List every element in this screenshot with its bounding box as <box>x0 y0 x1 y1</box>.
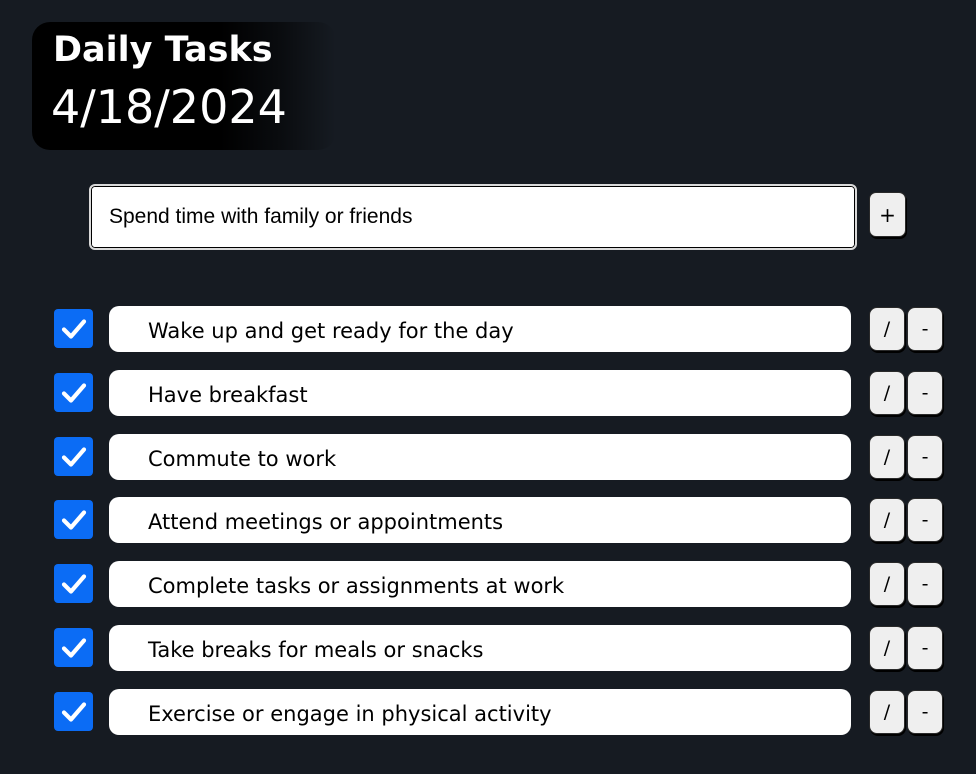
new-task-input[interactable] <box>89 184 857 250</box>
task-label: Attend meetings or appointments <box>109 497 851 543</box>
task-checkbox[interactable] <box>54 692 93 731</box>
task-label: Commute to work <box>109 434 851 480</box>
edit-task-button[interactable]: / <box>869 371 905 415</box>
remove-task-button[interactable]: - <box>907 371 943 415</box>
task-checkbox[interactable] <box>54 564 93 603</box>
edit-task-button[interactable]: / <box>869 562 905 606</box>
add-task-button[interactable]: + <box>869 192 906 237</box>
task-row: Take breaks for meals or snacks / - <box>0 625 976 673</box>
task-label: Have breakfast <box>109 370 851 416</box>
remove-task-button[interactable]: - <box>907 307 943 351</box>
task-checkbox[interactable] <box>54 500 93 539</box>
edit-task-button[interactable]: / <box>869 690 905 734</box>
task-checkbox[interactable] <box>54 309 93 348</box>
task-row: Wake up and get ready for the day / - <box>0 306 976 354</box>
task-row: Have breakfast / - <box>0 370 976 418</box>
task-label: Take breaks for meals or snacks <box>109 625 851 671</box>
current-date: 4/18/2024 <box>51 80 287 134</box>
task-label: Complete tasks or assignments at work <box>109 561 851 607</box>
task-label: Wake up and get ready for the day <box>109 306 851 352</box>
task-row: Attend meetings or appointments / - <box>0 497 976 545</box>
remove-task-button[interactable]: - <box>907 435 943 479</box>
checkmark-icon <box>61 446 86 467</box>
task-row: Commute to work / - <box>0 434 976 482</box>
header-card: Daily Tasks 4/18/2024 <box>32 22 336 150</box>
task-checkbox[interactable] <box>54 437 93 476</box>
remove-task-button[interactable]: - <box>907 690 943 734</box>
edit-task-button[interactable]: / <box>869 307 905 351</box>
remove-task-button[interactable]: - <box>907 626 943 670</box>
checkmark-icon <box>61 637 86 658</box>
checkmark-icon <box>61 318 86 339</box>
remove-task-button[interactable]: - <box>907 498 943 542</box>
edit-task-button[interactable]: / <box>869 626 905 670</box>
checkmark-icon <box>61 382 86 403</box>
task-row: Complete tasks or assignments at work / … <box>0 561 976 609</box>
edit-task-button[interactable]: / <box>869 498 905 542</box>
checkmark-icon <box>61 573 86 594</box>
task-checkbox[interactable] <box>54 373 93 412</box>
edit-task-button[interactable]: / <box>869 435 905 479</box>
checkmark-icon <box>61 509 86 530</box>
task-label: Exercise or engage in physical activity <box>109 689 851 735</box>
remove-task-button[interactable]: - <box>907 562 943 606</box>
task-checkbox[interactable] <box>54 628 93 667</box>
checkmark-icon <box>61 701 86 722</box>
page-title: Daily Tasks <box>53 30 273 70</box>
task-row: Exercise or engage in physical activity … <box>0 689 976 737</box>
